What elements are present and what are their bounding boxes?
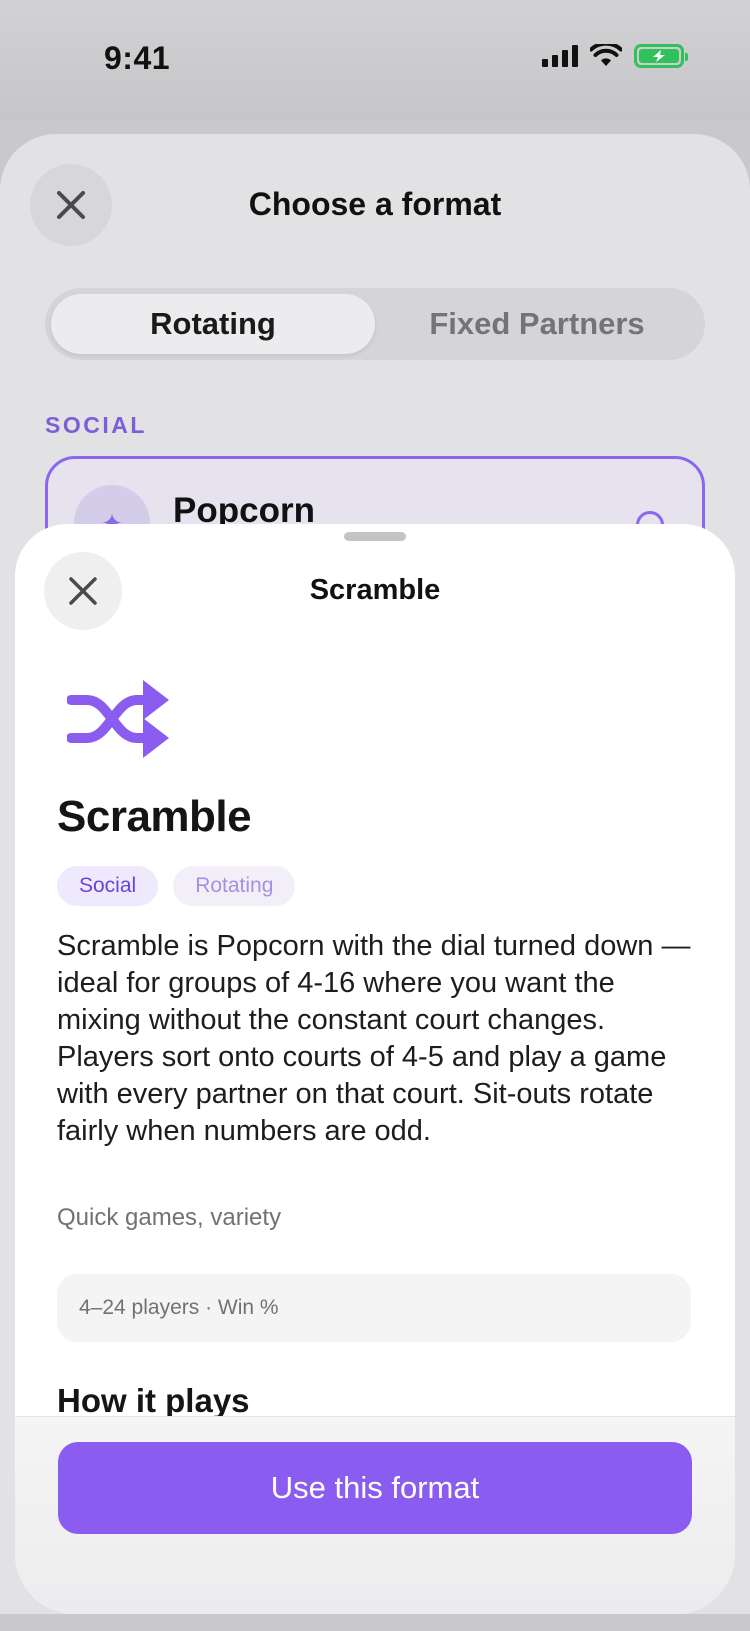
tag-social: Social: [57, 866, 159, 906]
status-time: 9:41: [104, 40, 171, 76]
how-it-plays-heading: How it plays: [57, 1382, 250, 1419]
shuffle-icon: [67, 680, 169, 758]
format-description: Scramble is Popcorn with the dial turned…: [57, 930, 691, 1147]
battery-charging-icon: [634, 44, 688, 68]
format-heading: Scramble: [57, 792, 252, 841]
section-label-social: SOCIAL: [45, 412, 147, 438]
status-bar: 9:41: [0, 0, 750, 120]
tag-rotating: Rotating: [173, 866, 296, 906]
wifi-icon: [590, 44, 622, 66]
tab-fixed-partners[interactable]: Fixed Partners: [375, 294, 699, 354]
format-segmented-control: Rotating Fixed Partners: [45, 288, 705, 360]
picker-title: Choose a format: [248, 186, 502, 222]
tab-rotating[interactable]: Rotating: [51, 294, 375, 354]
signal-icon: [542, 45, 578, 67]
use-format-button[interactable]: Use this format: [58, 1442, 692, 1534]
format-info-box: 4–24 players · Win %: [57, 1274, 691, 1342]
status-icons: [542, 44, 688, 68]
sheet-title: Scramble: [309, 574, 441, 606]
bottom-action-bar: Use this format: [15, 1416, 735, 1614]
format-tags: Social Rotating: [57, 866, 296, 906]
best-for-text: Quick games, variety: [57, 1204, 282, 1231]
sheet-grabber[interactable]: [344, 532, 406, 541]
format-detail-sheet: Scramble Scramble Social Rotating Scramb…: [15, 524, 735, 1614]
